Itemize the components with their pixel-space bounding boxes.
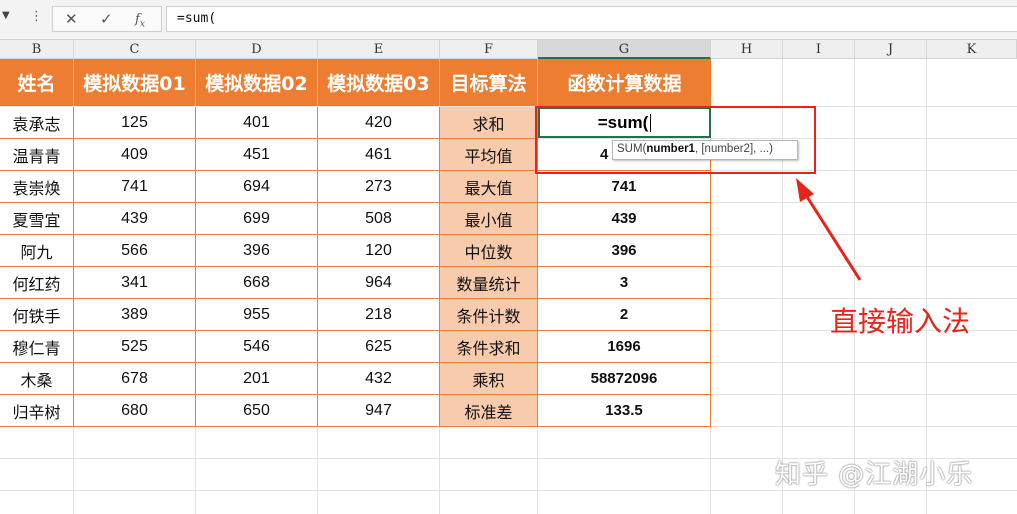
column-header-j[interactable]: J (855, 40, 927, 59)
cell-result[interactable]: 3 (538, 267, 711, 299)
cell-data01[interactable]: 389 (74, 299, 196, 331)
cell-data03[interactable]: 508 (318, 203, 440, 235)
cell-name[interactable]: 温青青 (0, 139, 74, 171)
cell-data02[interactable]: 201 (196, 363, 318, 395)
formula-bar: ▼ ⋮ ✕ ✓ fx =sum( (0, 0, 1017, 40)
cell-name[interactable]: 穆仁青 (0, 331, 74, 363)
cell-result[interactable]: 741 (538, 171, 711, 203)
cancel-icon[interactable]: ✕ (65, 10, 78, 28)
cell-name[interactable]: 阿九 (0, 235, 74, 267)
cell-data02[interactable]: 401 (196, 107, 318, 139)
formula-input[interactable]: =sum( (166, 6, 1017, 32)
cell-data01[interactable]: 525 (74, 331, 196, 363)
cell-result[interactable]: 439 (538, 203, 711, 235)
column-header-h[interactable]: H (711, 40, 783, 59)
cell-data01[interactable]: 566 (74, 235, 196, 267)
cell-data02[interactable]: 451 (196, 139, 318, 171)
cell-method[interactable]: 标准差 (440, 395, 538, 427)
header-data01: 模拟数据01 (74, 59, 196, 106)
cell-method[interactable]: 最小值 (440, 203, 538, 235)
cell-data03[interactable]: 273 (318, 171, 440, 203)
column-header-e[interactable]: E (318, 40, 440, 59)
cell-data02[interactable]: 955 (196, 299, 318, 331)
cell-name[interactable]: 袁承志 (0, 107, 74, 139)
cell-data03[interactable]: 432 (318, 363, 440, 395)
cell-name[interactable]: 夏雪宜 (0, 203, 74, 235)
cell-data03[interactable]: 461 (318, 139, 440, 171)
column-header-c[interactable]: C (74, 40, 196, 59)
cell-data01[interactable]: 439 (74, 203, 196, 235)
cell-result[interactable]: 133.5 (538, 395, 711, 427)
header-method: 目标算法 (440, 59, 538, 106)
cell-data01[interactable]: 678 (74, 363, 196, 395)
cell-data02[interactable]: 396 (196, 235, 318, 267)
cell-method[interactable]: 最大值 (440, 171, 538, 203)
cell-data03[interactable]: 420 (318, 107, 440, 139)
header-name: 姓名 (0, 59, 74, 106)
column-header-g[interactable]: G (538, 40, 711, 59)
column-header-i[interactable]: I (783, 40, 855, 59)
header-result: 函数计算数据 (538, 59, 711, 106)
cell-name[interactable]: 木桑 (0, 363, 74, 395)
watermark-text: 知乎 @江湖小乐 (775, 460, 974, 490)
cell-name[interactable]: 何红药 (0, 267, 74, 299)
cell-method[interactable]: 数量统计 (440, 267, 538, 299)
cell-method[interactable]: 平均值 (440, 139, 538, 171)
cell-method[interactable]: 条件求和 (440, 331, 538, 363)
cell-data03[interactable]: 218 (318, 299, 440, 331)
insert-function-icon[interactable]: fx (135, 12, 145, 30)
cell-data01[interactable]: 125 (74, 107, 196, 139)
cell-result[interactable]: 396 (538, 235, 711, 267)
cell-name[interactable]: 归辛树 (0, 395, 74, 427)
cell-method[interactable]: 乘积 (440, 363, 538, 395)
annotation-text: 直接输入法 (830, 305, 971, 338)
column-header-d[interactable]: D (196, 40, 318, 59)
cell-data02[interactable]: 546 (196, 331, 318, 363)
header-data02: 模拟数据02 (196, 59, 318, 106)
cell-name[interactable]: 何铁手 (0, 299, 74, 331)
cell-data01[interactable]: 409 (74, 139, 196, 171)
cell-data03[interactable]: 120 (318, 235, 440, 267)
highlight-box (535, 106, 816, 174)
column-header-k[interactable]: K (927, 40, 1017, 59)
cell-data03[interactable]: 964 (318, 267, 440, 299)
cell-method[interactable]: 中位数 (440, 235, 538, 267)
cell-data03[interactable]: 625 (318, 331, 440, 363)
cell-data02[interactable]: 668 (196, 267, 318, 299)
cell-data02[interactable]: 699 (196, 203, 318, 235)
name-box-dropdown-icon[interactable]: ▼ (2, 10, 14, 26)
formula-bar-buttons: ✕ ✓ fx (52, 6, 162, 32)
column-header-b[interactable]: B (0, 40, 74, 59)
cell-data02[interactable]: 694 (196, 171, 318, 203)
cell-method[interactable]: 条件计数 (440, 299, 538, 331)
arrow-icon (796, 178, 862, 281)
confirm-icon[interactable]: ✓ (100, 10, 113, 28)
column-header-f[interactable]: F (440, 40, 538, 59)
header-data03: 模拟数据03 (318, 59, 440, 106)
cell-result[interactable]: 1696 (538, 331, 711, 363)
cell-data03[interactable]: 947 (318, 395, 440, 427)
cell-data01[interactable]: 741 (74, 171, 196, 203)
cell-name[interactable]: 袁崇焕 (0, 171, 74, 203)
more-options-icon[interactable]: ⋮ (30, 9, 43, 24)
cell-result[interactable]: 58872096 (538, 363, 711, 395)
cell-data01[interactable]: 680 (74, 395, 196, 427)
cell-data02[interactable]: 650 (196, 395, 318, 427)
cell-data01[interactable]: 341 (74, 267, 196, 299)
cell-result[interactable]: 2 (538, 299, 711, 331)
cell-method[interactable]: 求和 (440, 107, 538, 139)
